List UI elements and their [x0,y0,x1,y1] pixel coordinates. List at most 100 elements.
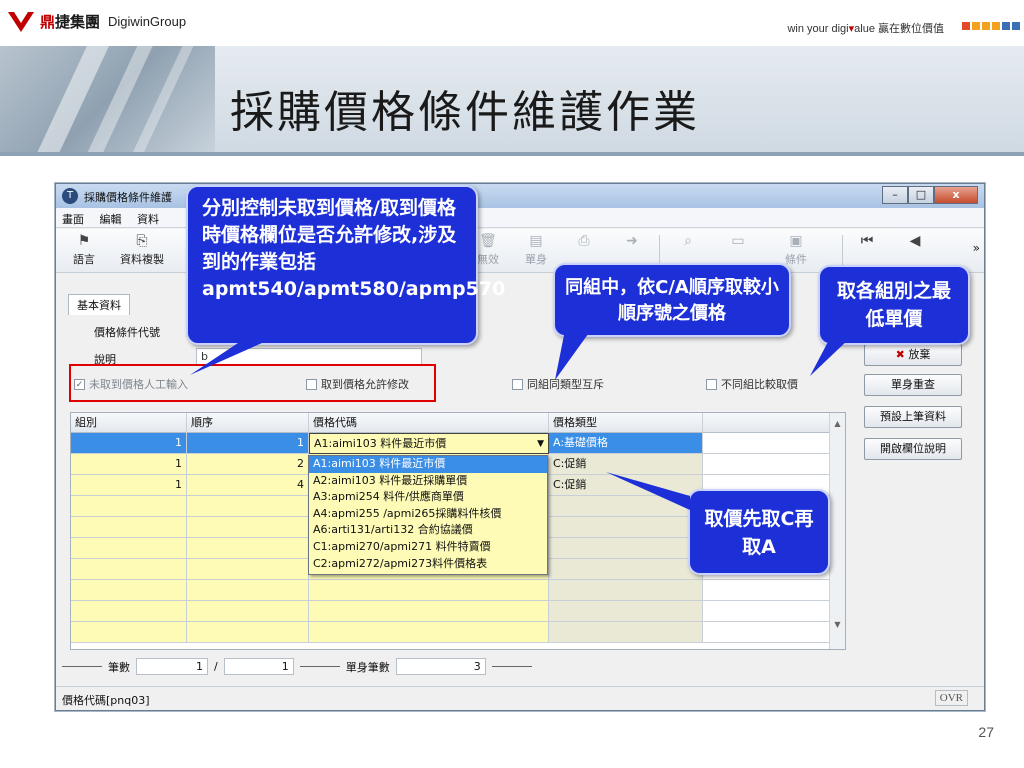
cell-price-code[interactable] [309,622,549,643]
preset-previous-button[interactable]: 預設上筆資料 [864,406,962,428]
table-row[interactable] [71,601,845,622]
cell-group[interactable] [71,622,187,643]
dropdown-option[interactable]: A6:arti131/arti132 合約協議價 [309,522,547,539]
menu-item-screen[interactable]: 畫面 [56,208,90,230]
toolbar-print-button[interactable]: ⎙ [562,233,606,251]
cell-sequence[interactable]: 2 [187,454,309,475]
cell-blank[interactable] [703,580,831,601]
cell-group[interactable]: 1 [71,454,187,475]
cell-price-type[interactable]: A:基礎價格 [549,433,703,454]
cell-sequence[interactable] [187,559,309,580]
color-square [1002,22,1010,30]
cell-sequence[interactable] [187,601,309,622]
cell-sequence[interactable]: 1 [187,433,309,454]
menu-item-edit[interactable]: 編輯 [94,208,128,230]
toolbar-language-button[interactable]: ⚑ 語言 [62,233,106,267]
chevron-down-icon[interactable]: ▼ [537,434,544,454]
printer-icon: ⎙ [578,233,590,249]
toolbar-page-button[interactable]: ▭ [716,233,760,251]
condition-icon: ▣ [789,233,803,249]
close-button[interactable]: x [934,186,978,204]
cell-blank[interactable] [703,433,831,454]
cell-sequence[interactable] [187,496,309,517]
cell-price-type[interactable] [549,559,703,580]
menu-item-data[interactable]: 資料 [131,208,165,230]
callout-pointer-1 [190,335,280,375]
column-header-group[interactable]: 組別 [71,413,187,433]
color-square [962,22,970,30]
manual-input-checkbox[interactable]: ✓ 未取到價格人工輸入 [74,376,188,392]
toolbar-first-button[interactable]: ⏮ [852,233,882,251]
status-bar: 價格代碼[pnq03] OVR [56,686,984,710]
maximize-button[interactable]: □ [908,186,934,204]
table-row[interactable] [71,580,845,601]
copy-icon: ⎘ [136,233,148,249]
toolbar-export-button[interactable]: ➜ [610,233,654,251]
cell-group[interactable] [71,580,187,601]
cell-price-code[interactable] [309,601,549,622]
requery-body-button[interactable]: 單身重查 [864,374,962,396]
toolbar-find-button[interactable]: ⌕ [666,233,710,251]
dropdown-option[interactable]: C2:apmi272/apmi273料件價格表 [309,556,547,573]
callout-pointer-2 [555,330,591,380]
column-header-price-type[interactable]: 價格類型 [549,413,703,433]
window-title: 採購價格條件維護 [84,191,172,204]
cell-group[interactable] [71,601,187,622]
grid-scrollbar[interactable]: ▲ ▼ [829,413,845,649]
column-header-price-code[interactable]: 價格代碼 [309,413,549,433]
cell-price-type[interactable] [549,538,703,559]
building-image [0,46,215,156]
cell-group[interactable]: 1 [71,433,187,454]
cell-group[interactable]: 1 [71,475,187,496]
field-help-button[interactable]: 開啟欄位說明 [864,438,962,460]
table-row[interactable] [71,622,845,643]
tab-basic-info[interactable]: 基本資料 [68,294,130,315]
cell-sequence[interactable]: 4 [187,475,309,496]
cell-sequence[interactable] [187,538,309,559]
cross-group-compare-checkbox[interactable]: 不同組比較取價 [706,376,798,392]
cell-price-code[interactable]: A1:aimi103 料件最近市價 ▼ [309,433,549,454]
cell-group[interactable] [71,517,187,538]
price-code-label: 價格條件代號 [94,326,160,339]
cell-group[interactable] [71,559,187,580]
cell-sequence[interactable] [187,622,309,643]
cell-blank[interactable] [703,622,831,643]
cell-price-code[interactable] [309,580,549,601]
cell-price-type[interactable] [549,601,703,622]
price-code-dropdown[interactable]: A1:aimi103 料件最近市價 A2:aimi103 料件最近採購單價 A3:a… [308,455,548,575]
allow-modify-checkbox[interactable]: 取到價格允許修改 [306,376,409,392]
color-square [972,22,980,30]
cell-price-type[interactable] [549,517,703,538]
toolbar-copy-button[interactable]: ⎘ 資料複製 [114,233,170,267]
cell-blank[interactable] [703,601,831,622]
cell-group[interactable] [71,538,187,559]
tagline: win your digi▾alue 贏在數位價值 [787,23,944,35]
discard-button[interactable]: ✖ 放棄 [864,344,962,366]
cell-price-type[interactable] [549,580,703,601]
toolbar-prev-button[interactable]: ◀ [900,233,930,251]
slide-header: 鼎捷集團 DigiwinGroup win your digi▾alue 贏在數… [0,0,1024,46]
company-name-en: DigiwinGroup [108,13,187,29]
dropdown-option[interactable]: C1:apmi270/apmi271 料件特賣價 [309,539,547,556]
toolbar-overflow-button[interactable]: » [973,241,980,255]
callout-modify-control: 分別控制未取到價格/取到價格時價格欄位是否允許修改,涉及到的作業包括apmt54… [186,185,505,345]
dropdown-option[interactable]: A2:aimi103 料件最近採購單價 [309,473,547,490]
column-header-sequence[interactable]: 順序 [187,413,309,433]
doc-icon: ▤ [529,233,543,249]
cell-blank[interactable] [703,454,831,475]
binoculars-icon: ⌕ [684,233,692,249]
cell-sequence[interactable] [187,517,309,538]
window-controls: – □ x [882,186,978,204]
cell-price-type[interactable] [549,622,703,643]
callout-pointer-3 [810,338,850,376]
dropdown-option[interactable]: A4:apmi255 /apmi265採購料件核價 [309,506,547,523]
toolbar-condition-button[interactable]: ▣ 條件 [774,233,818,267]
table-row[interactable]: 1 1 A1:aimi103 料件最近市價 ▼ A:基礎價格 [71,433,845,454]
toolbar-body-button[interactable]: ▤ 單身 [514,233,558,267]
cell-group[interactable] [71,496,187,517]
body-count: 3 [395,658,486,675]
minimize-button[interactable]: – [882,186,908,204]
dropdown-option[interactable]: A3:apmi254 料件/供應商單價 [309,489,547,506]
cell-sequence[interactable] [187,580,309,601]
dropdown-option[interactable]: A1:aimi103 料件最近市價 [309,456,547,473]
